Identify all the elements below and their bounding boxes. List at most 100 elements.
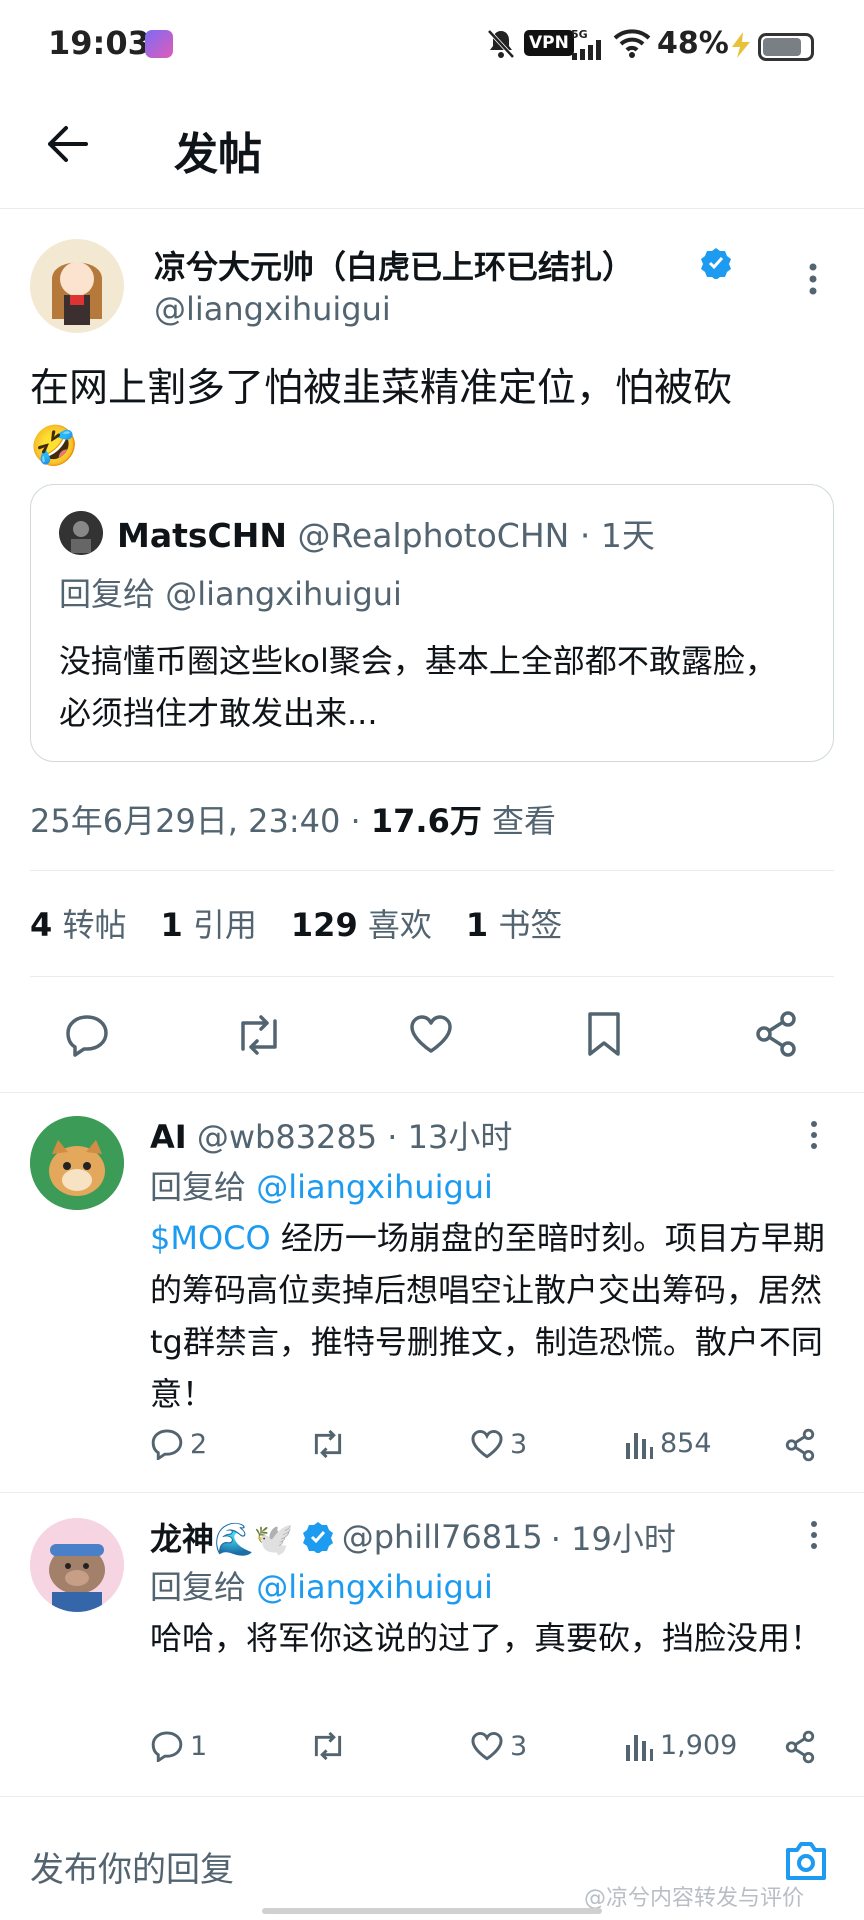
reply-avatar[interactable] — [30, 1116, 124, 1210]
actions-divider — [0, 1092, 864, 1093]
like-heart-icon[interactable] — [408, 1013, 454, 1055]
reply-author-name[interactable]: 龙神🌊🕊️ — [150, 1514, 294, 1560]
reply-body: 哈哈，将军你这说的过了，真要砍，挡脸没用！ — [150, 1619, 823, 1657]
reply-count: 2 — [190, 1428, 208, 1460]
battery-percentage: 48% — [657, 26, 729, 61]
view-count: 854 — [660, 1428, 712, 1459]
reply-composer-input[interactable]: 发布你的回复 — [30, 1842, 234, 1891]
like-heart-icon — [471, 1731, 503, 1761]
back-arrow-icon[interactable] — [44, 124, 88, 164]
quoted-reply-to: @liangxihuigui — [165, 575, 402, 613]
reply-like-button[interactable]: 3 — [470, 1428, 527, 1460]
stat-likes-label: 喜欢 — [367, 906, 432, 944]
like-heart-icon — [471, 1429, 503, 1459]
reply-share-icon[interactable] — [784, 1730, 816, 1764]
author-avatar[interactable] — [30, 239, 124, 333]
like-count: 3 — [510, 1428, 528, 1460]
status-bar: 19:03 VPN 5G 48% — [0, 0, 864, 90]
status-time: 19:03 — [48, 24, 150, 62]
reply-divider — [0, 1492, 864, 1493]
reply-time: · 13小时 — [387, 1118, 513, 1156]
stat-likes-count: 129 — [290, 906, 358, 944]
reply-avatar[interactable] — [30, 1518, 124, 1612]
quoted-time: · 1天 — [579, 516, 655, 555]
reply-text: $MOCO 经历一场崩盘的至暗时刻。项目方早期的筹码高位卖掉后想唱空让散户交出筹… — [150, 1212, 840, 1420]
repost-icon — [314, 1429, 342, 1459]
engagement-stats: 4 转帖 1 引用 129 喜欢 1 书签 — [30, 900, 562, 946]
post-text: 在网上割多了怕被韭菜精准定位，怕被砍 🤣 — [30, 360, 830, 476]
stat-likes[interactable]: 129 喜欢 — [291, 900, 432, 946]
stat-quotes-label: 引用 — [192, 906, 257, 944]
views-chart-icon — [626, 1734, 653, 1761]
reply-count: 1 — [190, 1730, 208, 1762]
stat-reposts-label: 转帖 — [62, 906, 127, 944]
more-options-icon[interactable] — [806, 262, 820, 296]
watermark: @凉兮内容转发与评价 — [584, 1886, 805, 1911]
signal-icon — [571, 40, 605, 60]
quoted-reply-line: 回复给 @liangxihuigui — [59, 569, 402, 615]
post-meta: 25年6月29日, 23:40 · 17.6万 查看 — [30, 796, 556, 842]
reply-reply-button[interactable]: 1 — [150, 1730, 207, 1762]
page-title: 发帖 — [174, 129, 262, 180]
battery-fill — [763, 38, 801, 56]
rofl-emoji: 🤣 — [30, 424, 79, 469]
stat-reposts-count: 4 — [30, 906, 53, 944]
reply-views-button[interactable]: 854 — [624, 1428, 712, 1459]
reply-repost-button[interactable] — [308, 1730, 348, 1762]
reply-header: 龙神🌊🕊️ @phill76815 · 19小时 — [150, 1514, 676, 1560]
reply-reply-button[interactable]: 2 — [150, 1428, 207, 1460]
reply-views-button[interactable]: 1,909 — [624, 1730, 737, 1761]
quoted-tweet-card[interactable]: MatsCHN @RealphotoCHN · 1天 回复给 @liangxih… — [30, 484, 834, 762]
views-count: 17.6万 — [370, 802, 482, 840]
verified-badge-icon — [302, 1522, 333, 1553]
repost-icon — [314, 1731, 342, 1761]
reply-like-button[interactable]: 3 — [470, 1730, 527, 1762]
reply-author-handle[interactable]: @wb83285 — [197, 1118, 377, 1156]
stat-reposts[interactable]: 4 转帖 — [30, 900, 126, 946]
quoted-reply-prefix: 回复给 — [59, 575, 156, 613]
stat-quotes[interactable]: 1 引用 — [160, 900, 256, 946]
reply-more-icon[interactable] — [808, 1120, 820, 1150]
share-icon[interactable] — [754, 1010, 798, 1058]
reply-more-icon[interactable] — [808, 1520, 820, 1550]
quoted-text: 没搞懂币圈这些kol聚会，基本上全部都不敢露脸，必须挡住才敢发出来... — [59, 642, 777, 732]
quoted-author-handle: @RealphotoCHN — [297, 516, 570, 555]
reply-author-name[interactable]: AI — [150, 1118, 187, 1156]
reply-icon[interactable] — [64, 1013, 110, 1057]
camera-icon[interactable] — [782, 1838, 830, 1882]
reply-header: AI @wb83285 · 13小时 — [150, 1112, 512, 1158]
cashtag-link[interactable]: $MOCO — [150, 1219, 271, 1257]
like-count: 3 — [510, 1730, 528, 1762]
battery-icon — [758, 33, 814, 61]
author-handle[interactable]: @liangxihuigui — [154, 290, 391, 328]
bookmark-icon[interactable] — [586, 1010, 622, 1058]
view-count: 1,909 — [660, 1730, 738, 1761]
post-body: 在网上割多了怕被韭菜精准定位，怕被砍 — [30, 366, 733, 411]
charging-bolt-icon — [730, 32, 752, 58]
reply-to-mention[interactable]: @liangxihuigui — [256, 1168, 493, 1206]
meta-divider — [30, 870, 834, 871]
post-timestamp: 25年6月29日, 23:40 · — [30, 802, 361, 840]
reply-to-mention[interactable]: @liangxihuigui — [256, 1568, 493, 1606]
stat-bookmarks-label: 书签 — [498, 906, 563, 944]
vpn-badge: VPN — [524, 30, 574, 56]
reply-share-icon[interactable] — [784, 1428, 816, 1462]
views-label: 查看 — [492, 802, 557, 840]
reply-author-handle[interactable]: @phill76815 — [342, 1518, 543, 1556]
reply-repost-button[interactable] — [308, 1428, 348, 1460]
stats-divider — [30, 976, 834, 977]
mute-bell-icon — [486, 28, 516, 60]
verified-badge-icon — [700, 247, 732, 279]
views-chart-icon — [626, 1432, 653, 1459]
stat-bookmarks[interactable]: 1 书签 — [466, 900, 562, 946]
repost-icon[interactable] — [233, 1013, 285, 1057]
wifi-icon — [613, 28, 651, 58]
reply-to-prefix: 回复给 — [150, 1168, 247, 1206]
stat-quotes-count: 1 — [160, 906, 183, 944]
reply-icon — [151, 1429, 183, 1460]
reply-to-line: 回复给 @liangxihuigui — [150, 1562, 493, 1608]
home-indicator[interactable] — [262, 1908, 602, 1914]
author-name[interactable]: 凉兮大元帅（白虎已上环已结扎） — [154, 242, 634, 288]
app-notification-icon — [145, 30, 173, 58]
quoted-header: MatsCHN @RealphotoCHN · 1天 — [117, 509, 655, 557]
